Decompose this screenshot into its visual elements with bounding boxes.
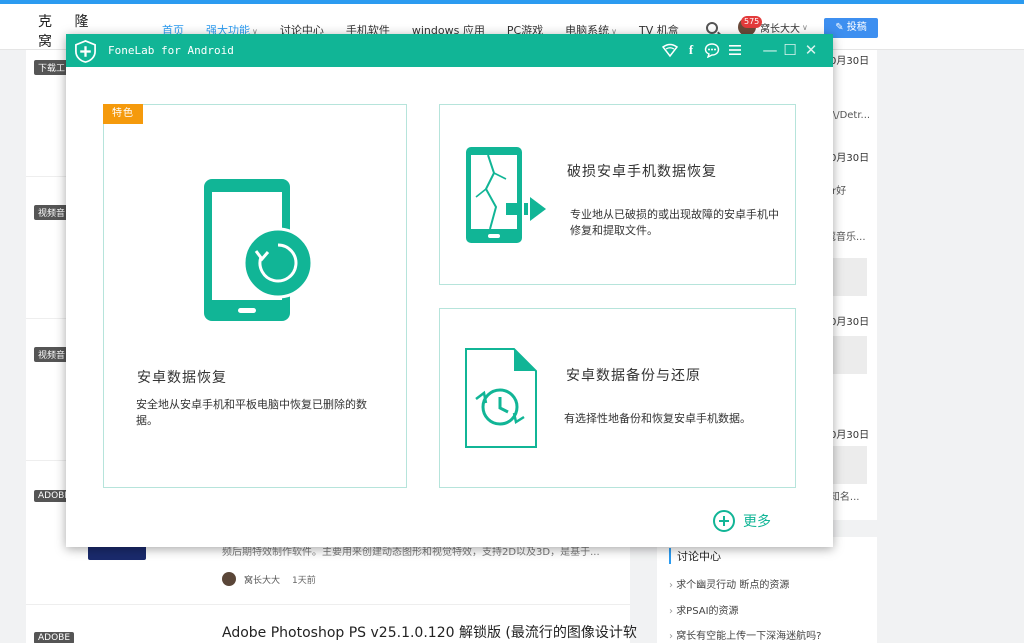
discussion-link[interactable]: 窝长有空能上传一下深海迷航吗? [669,627,821,642]
chat-icon[interactable] [704,42,720,58]
feature-badge: 特色 [103,104,143,124]
card-description: 专业地从已破损的或出现故障的安卓手机中修复和提取文件。 [570,208,779,237]
wifi-icon[interactable] [662,42,678,58]
discussion-heading: 讨论中心 [669,548,721,564]
card-title: 安卓数据恢复 [137,370,227,386]
side-date: 0月30日 [830,317,870,328]
card-title: 破损安卓手机数据恢复 [567,164,717,180]
phone-recovery-icon [204,179,314,321]
user-name: 窝长大大 [760,23,800,35]
maximize-icon[interactable]: ☐ [782,41,798,59]
author-avatar [222,572,236,586]
category-tag[interactable]: ADOBE [34,632,75,643]
chevron-down-icon: ∨ [802,22,808,32]
fonelab-logo-icon [75,40,96,63]
post-button-label: 投稿 [846,22,867,33]
more-label: 更多 [743,514,771,530]
facebook-icon[interactable]: f [683,42,699,58]
category-tag[interactable]: 下载工 [34,60,70,75]
more-button[interactable]: 更多 [713,510,771,532]
discussion-link[interactable]: 求个幽灵行动 断点的资源 [669,576,789,591]
discussion-link[interactable]: 求PSAI的资源 [669,602,738,617]
broken-phone-icon [466,147,546,243]
notification-badge: 575 [741,16,763,28]
card-description: 有选择性地备份和恢复安卓手机数据。 [564,412,751,425]
window-titlebar[interactable]: FoneLab for Android f — ☐ ✕ [66,34,833,67]
post-time: 1天前 [292,575,316,586]
side-date: 0月30日 [830,153,870,164]
card-description: 安全地从安卓手机和平板电脑中恢复已删除的数据。 [136,398,367,427]
card-title: 安卓数据备份与还原 [566,368,701,384]
plus-circle-icon [713,510,735,532]
author-name[interactable]: 窝长大大 [244,573,280,586]
divider [26,604,630,605]
backup-restore-card[interactable]: 安卓数据备份与还原 有选择性地备份和恢复安卓手机数据。 [439,308,796,488]
article-meta: 窝长大大 1天前 [222,572,316,586]
window-title: FoneLab for Android [108,44,234,57]
category-tag[interactable]: 视频音 [34,205,70,220]
fonelab-window: FoneLab for Android f — ☐ ✕ 特色 安卓数据恢复 安全… [66,34,833,547]
article-title[interactable]: Adobe Photoshop PS v25.1.0.120 解锁版 (最流行的… [222,622,637,642]
category-tag[interactable]: 视频音 [34,347,70,362]
android-data-recovery-card[interactable]: 特色 安卓数据恢复 安全地从安卓手机和平板电脑中恢复已删除的数据。 [103,104,407,488]
minimize-icon[interactable]: — [762,41,778,59]
menu-icon[interactable] [727,42,743,58]
broken-phone-recovery-card[interactable]: 破损安卓手机数据恢复 专业地从已破损的或出现故障的安卓手机中修复和提取文件。 [439,104,796,285]
close-icon[interactable]: ✕ [803,41,819,59]
side-date: 0月30日 [830,56,870,67]
search-icon[interactable] [706,22,718,34]
backup-file-icon [465,348,537,448]
side-date: 0月30日 [830,430,870,441]
